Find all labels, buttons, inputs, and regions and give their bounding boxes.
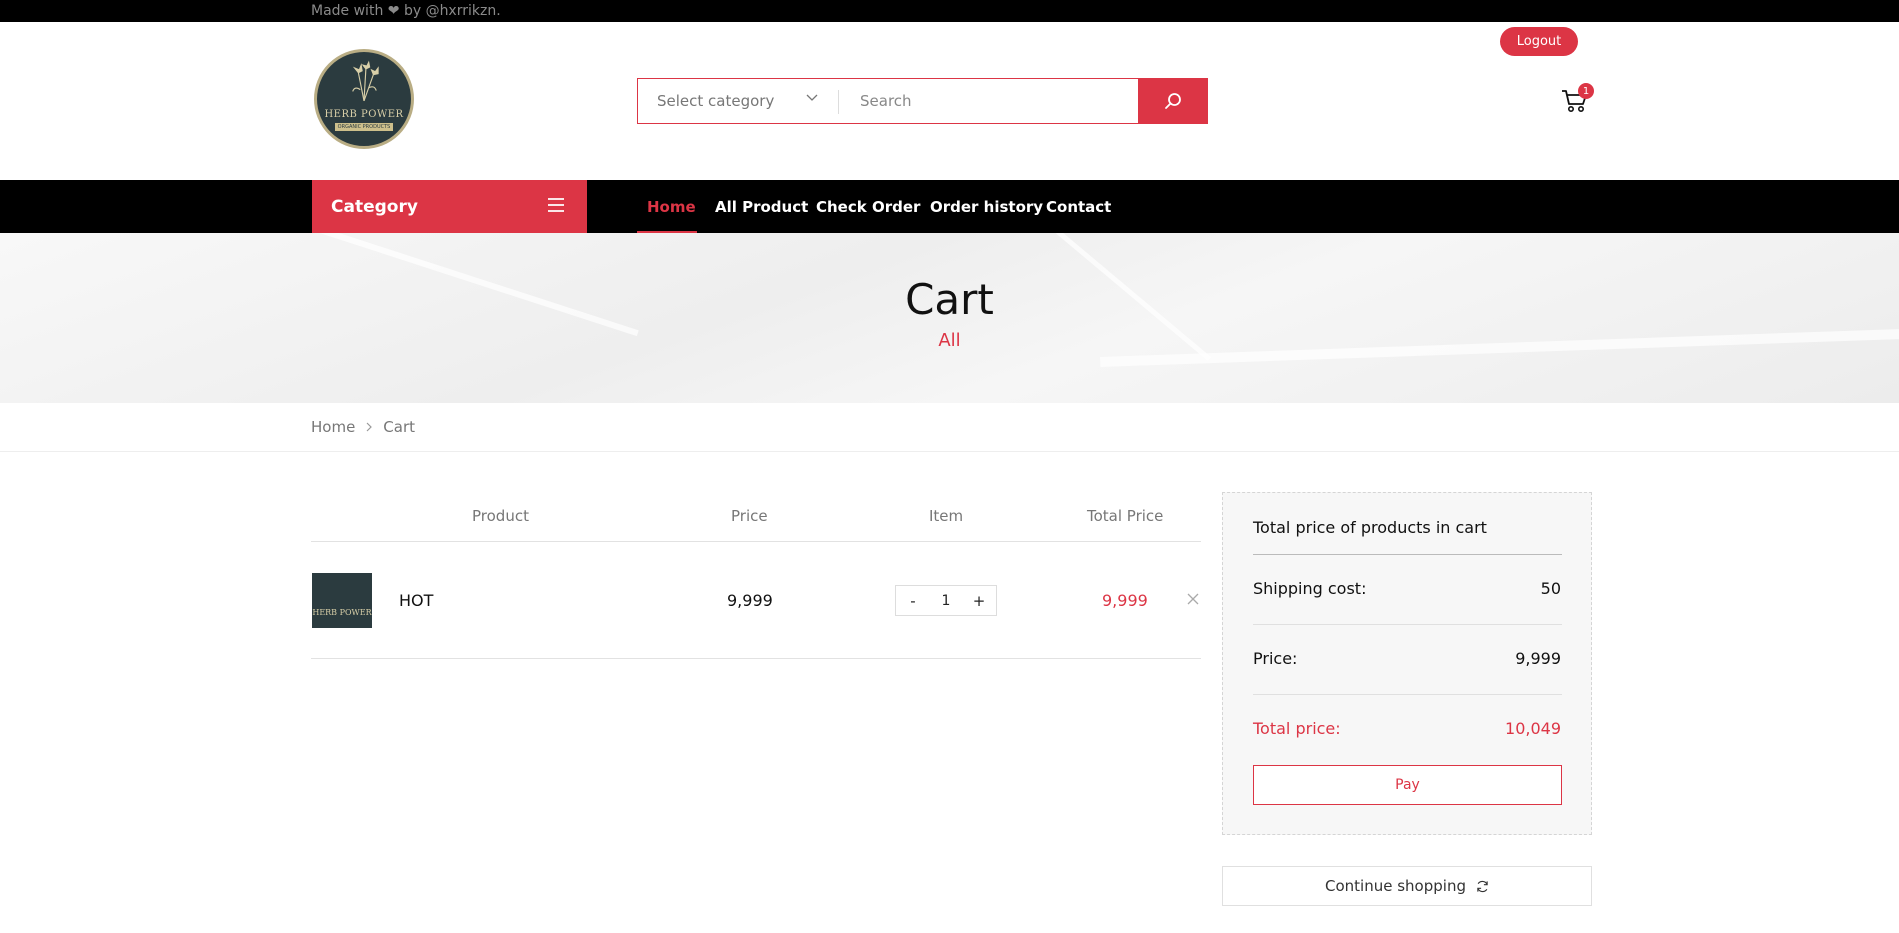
made-with-text: Made with ❤ by @hxrrikzn. — [311, 3, 501, 19]
shipping-value: 50 — [1540, 579, 1561, 598]
search-input[interactable] — [839, 79, 1139, 123]
quantity-decrease-button[interactable]: - — [896, 586, 930, 615]
header: HERB POWER ORGANIC PRODUCTS Select categ… — [0, 22, 1899, 180]
category-menu-button[interactable]: Category — [312, 180, 587, 233]
main-nav: Category Home All Product Check Order Or… — [0, 180, 1899, 233]
category-select-label: Select category — [657, 92, 775, 110]
herb-power-logo[interactable]: HERB POWER ORGANIC PRODUCTS — [314, 49, 414, 149]
search-icon — [1165, 93, 1181, 109]
cart-count-badge: 1 — [1578, 83, 1594, 99]
product-price: 9,999 — [727, 591, 773, 610]
nav-contact[interactable]: Contact — [1046, 180, 1111, 233]
divider — [0, 451, 1899, 452]
summary-divider — [1253, 624, 1562, 625]
breadcrumb-home[interactable]: Home — [311, 418, 355, 436]
category-select[interactable]: Select category — [638, 79, 838, 123]
price-label: Price: — [1253, 649, 1298, 668]
breadcrumb: Home Cart — [311, 418, 415, 436]
pay-button[interactable]: Pay — [1253, 765, 1562, 805]
category-menu-label: Category — [331, 196, 418, 217]
nav-order-history[interactable]: Order history — [930, 180, 1043, 233]
product-name[interactable]: HOT — [399, 591, 433, 610]
summary-divider — [1253, 694, 1562, 695]
col-header-item: Item — [929, 507, 964, 525]
col-header-price: Price — [731, 507, 768, 525]
quantity-stepper: - + — [895, 585, 997, 616]
refresh-icon — [1477, 880, 1488, 892]
col-header-total-price: Total Price — [1087, 507, 1164, 525]
logo-brand-text: HERB POWER — [324, 109, 404, 120]
nav-check-order[interactable]: Check Order — [816, 180, 920, 233]
top-bar: Made with ❤ by @hxrrikzn. — [0, 0, 1899, 22]
flower-logo-icon — [352, 60, 379, 102]
cart-summary: Total price of products in cart Shipping… — [1222, 492, 1592, 835]
total-price-value: 10,049 — [1505, 719, 1561, 738]
price-value: 9,999 — [1515, 649, 1561, 668]
shipping-label: Shipping cost: — [1253, 579, 1367, 598]
product-total-price: 9,999 — [1102, 591, 1148, 610]
search-button[interactable] — [1138, 78, 1208, 124]
quantity-input[interactable] — [930, 586, 962, 615]
chevron-down-icon — [806, 94, 818, 101]
page-title: Cart — [905, 275, 994, 324]
search-bar: Select category — [637, 78, 1208, 124]
summary-divider — [1253, 554, 1562, 555]
logout-button[interactable]: Logout — [1500, 27, 1578, 56]
breadcrumb-current: Cart — [383, 418, 416, 436]
close-icon[interactable] — [1186, 592, 1200, 606]
continue-shopping-button[interactable]: Continue shopping — [1222, 866, 1592, 906]
page-banner: Cart All — [0, 233, 1899, 403]
table-header-divider — [311, 541, 1201, 542]
page-subtitle: All — [938, 330, 961, 351]
summary-title: Total price of products in cart — [1253, 518, 1487, 537]
thumbnail-brand: HERB POWER — [312, 608, 372, 617]
nav-home[interactable]: Home — [647, 180, 696, 233]
table-row-divider — [311, 658, 1201, 659]
chevron-right-icon — [366, 422, 373, 432]
logo-tagline: ORGANIC PRODUCTS — [335, 123, 393, 131]
continue-shopping-label: Continue shopping — [1325, 877, 1466, 895]
menu-icon — [548, 198, 564, 212]
quantity-increase-button[interactable]: + — [962, 586, 996, 615]
nav-all-product[interactable]: All Product — [715, 180, 808, 233]
product-thumbnail[interactable]: HERB POWER — [312, 573, 372, 628]
total-price-label: Total price: — [1253, 719, 1341, 738]
col-header-product: Product — [472, 507, 529, 525]
